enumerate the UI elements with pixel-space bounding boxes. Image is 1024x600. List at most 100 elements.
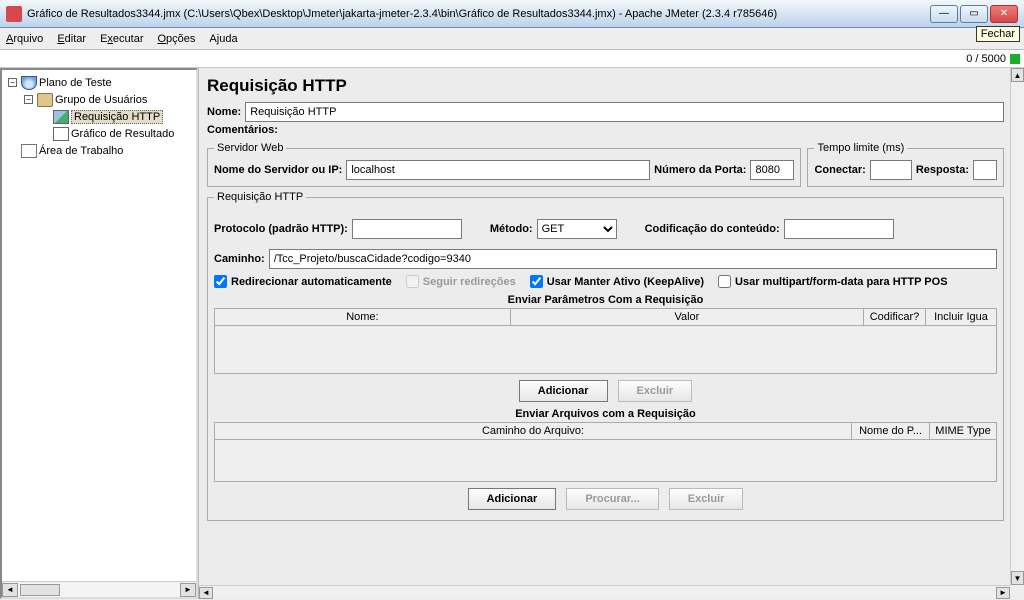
path-input[interactable] (269, 249, 997, 269)
test-plan-tree[interactable]: − Plano de Teste − Grupo de Usuários Req… (2, 70, 196, 581)
content-area: − Plano de Teste − Grupo de Usuários Req… (0, 68, 1024, 599)
protocol-input[interactable] (352, 219, 462, 239)
response-label: Resposta: (916, 164, 969, 176)
encoding-label: Codificação do conteúdo: (645, 223, 780, 235)
connect-input[interactable] (870, 160, 912, 180)
multipart-checkbox[interactable] (718, 275, 731, 288)
files-add-button[interactable]: Adicionar (468, 488, 557, 510)
collapse-icon[interactable]: − (24, 95, 33, 104)
server-name-label: Nome do Servidor ou IP: (214, 164, 342, 176)
files-section-title: Enviar Arquivos com a Requisição (214, 408, 997, 420)
minimize-button[interactable]: — (930, 5, 958, 23)
menu-executar[interactable]: Executar (100, 33, 143, 45)
main-hscrollbar[interactable]: ◄ ► (199, 585, 1010, 599)
params-section-title: Enviar Parâmetros Com a Requisição (214, 294, 997, 306)
flask-icon (21, 76, 37, 90)
method-label: Método: (490, 223, 533, 235)
tree-label-plan: Plano de Teste (39, 77, 112, 89)
params-table-body[interactable] (214, 326, 997, 374)
tree-node-plan[interactable]: − Plano de Teste (8, 74, 196, 91)
menubar: Arquivo Editar Executar Opções Ajuda (0, 28, 1024, 50)
scroll-left-icon[interactable]: ◄ (2, 583, 18, 597)
window-title: Gráfico de Resultados3344.jmx (C:\Users\… (27, 8, 930, 20)
comments-label: Comentários: (207, 124, 278, 136)
params-table-header: Nome: Valor Codificar? Incluir Igua (214, 308, 997, 326)
col-mime[interactable]: MIME Type (930, 423, 996, 439)
tree-node-request[interactable]: Requisição HTTP (8, 108, 196, 125)
tree-hscrollbar[interactable]: ◄ ► (2, 581, 196, 597)
server-legend: Servidor Web (214, 142, 286, 154)
menu-arquivo[interactable]: Arquivo (6, 33, 43, 45)
params-add-button[interactable]: Adicionar (519, 380, 608, 402)
col-name[interactable]: Nome: (215, 309, 511, 325)
protocol-label: Protocolo (padrão HTTP): (214, 223, 348, 235)
name-label: Nome: (207, 106, 241, 118)
tree-label-group: Grupo de Usuários (55, 94, 147, 106)
port-label: Número da Porta: (654, 164, 746, 176)
redirect-auto-label: Redirecionar automaticamente (231, 276, 392, 288)
vscroll-track[interactable] (1011, 82, 1024, 571)
path-label: Caminho: (214, 253, 265, 265)
scroll-thumb[interactable] (20, 584, 60, 596)
tree-node-graph[interactable]: Gráfico de Resultado (8, 125, 196, 142)
collapse-icon[interactable]: − (8, 78, 17, 87)
server-name-input[interactable] (346, 160, 650, 180)
scroll-corner (1010, 585, 1024, 599)
menu-opcoes[interactable]: Opções (157, 33, 195, 45)
col-paramname[interactable]: Nome do P... (852, 423, 930, 439)
tree-label-graph: Gráfico de Resultado (71, 128, 174, 140)
close-tooltip: Fechar (976, 26, 1020, 42)
tree-node-group[interactable]: − Grupo de Usuários (8, 91, 196, 108)
main-scroll-area: Requisição HTTP Nome: Comentários: Servi… (199, 68, 1010, 585)
follow-redirect-checkbox (406, 275, 419, 288)
request-legend: Requisição HTTP (214, 191, 306, 203)
workspace-icon (21, 144, 37, 158)
response-input[interactable] (973, 160, 997, 180)
params-delete-button: Excluir (618, 380, 693, 402)
scroll-left-icon[interactable]: ◄ (199, 587, 213, 599)
multipart-label: Usar multipart/form-data para HTTP POS (735, 276, 948, 288)
http-request-icon (53, 110, 69, 124)
redirect-auto-checkbox[interactable] (214, 275, 227, 288)
request-fieldset: Requisição HTTP Protocolo (padrão HTTP):… (207, 191, 1004, 521)
follow-redirect-label: Seguir redireções (423, 276, 516, 288)
app-icon (6, 6, 22, 22)
main-panel: Requisição HTTP Nome: Comentários: Servi… (198, 68, 1024, 599)
files-delete-button: Excluir (669, 488, 744, 510)
files-browse-button: Procurar... (566, 488, 658, 510)
scroll-right-icon[interactable]: ► (180, 583, 196, 597)
files-table-body[interactable] (214, 440, 997, 482)
tree-panel: − Plano de Teste − Grupo de Usuários Req… (0, 68, 198, 599)
users-icon (37, 93, 53, 107)
tree-label-workspace: Área de Trabalho (39, 145, 123, 157)
port-input[interactable] (750, 160, 794, 180)
files-table-header: Caminho do Arquivo: Nome do P... MIME Ty… (214, 422, 997, 440)
scroll-track[interactable] (18, 583, 180, 597)
menu-editar[interactable]: Editar (57, 33, 86, 45)
panel-heading: Requisição HTTP (207, 76, 1004, 96)
window-titlebar: Gráfico de Resultados3344.jmx (C:\Users\… (0, 0, 1024, 28)
keepalive-label: Usar Manter Ativo (KeepAlive) (547, 276, 704, 288)
connect-label: Conectar: (814, 164, 865, 176)
graph-icon (53, 127, 69, 141)
scroll-right-icon[interactable]: ► (996, 587, 1010, 599)
col-value[interactable]: Valor (511, 309, 864, 325)
scroll-up-icon[interactable]: ▲ (1011, 68, 1024, 82)
tree-node-workspace[interactable]: Área de Trabalho (8, 142, 196, 159)
col-filepath[interactable]: Caminho do Arquivo: (215, 423, 852, 439)
status-strip: 0 / 5000 (0, 50, 1024, 68)
col-encode[interactable]: Codificar? (864, 309, 926, 325)
name-input[interactable] (245, 102, 1004, 122)
menu-ajuda[interactable]: Ajuda (209, 33, 237, 45)
method-select[interactable]: GET (537, 219, 617, 239)
status-led-icon (1010, 54, 1020, 64)
timeout-fieldset: Tempo limite (ms) Conectar: Resposta: (807, 142, 1004, 187)
scroll-down-icon[interactable]: ▼ (1011, 571, 1024, 585)
maximize-button[interactable]: ▭ (960, 5, 988, 23)
main-vscrollbar[interactable]: ▲ ▼ (1010, 68, 1024, 585)
encoding-input[interactable] (784, 219, 894, 239)
col-include[interactable]: Incluir Igua (926, 309, 996, 325)
close-button[interactable]: ✕ (990, 5, 1018, 23)
keepalive-checkbox[interactable] (530, 275, 543, 288)
server-fieldset: Servidor Web Nome do Servidor ou IP: Núm… (207, 142, 801, 187)
